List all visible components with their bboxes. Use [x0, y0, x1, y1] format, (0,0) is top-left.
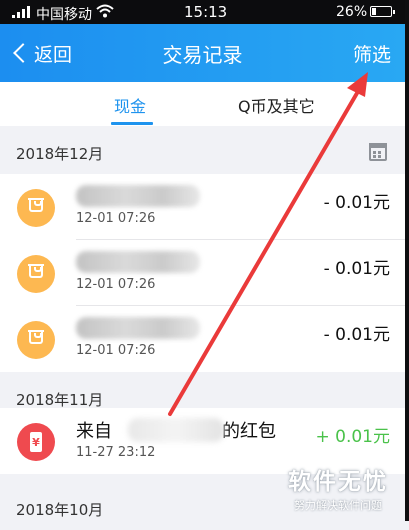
- watermark-title: 软件无忧: [288, 469, 388, 495]
- battery-icon: [370, 6, 395, 17]
- nav-header: 返回 交易记录 筛选: [0, 24, 405, 82]
- name-suffix: 的红包: [222, 421, 276, 442]
- shopping-bag-icon: [17, 189, 55, 227]
- transaction-amount: - 0.01元: [323, 325, 390, 345]
- transaction-time: 12-01 07:26: [76, 211, 156, 226]
- transaction-amount: - 0.01元: [323, 259, 390, 279]
- transaction-row[interactable]: 12-01 07:26 - 0.01元: [0, 240, 405, 306]
- transaction-row[interactable]: 12-01 07:26 - 0.01元: [0, 174, 405, 240]
- section-title: 2018年12月: [16, 145, 104, 163]
- tab-cash[interactable]: 现金: [114, 93, 146, 117]
- signal-icon: [12, 6, 30, 18]
- transaction-time: 12-01 07:26: [76, 277, 156, 292]
- section-title: 2018年10月: [16, 501, 104, 519]
- tab-qcoin-and-others[interactable]: Q币及其它: [238, 93, 315, 117]
- redacted-name-blur: [76, 317, 200, 339]
- calendar-icon[interactable]: [369, 143, 387, 161]
- red-packet-icon: ¥: [17, 423, 55, 461]
- shopping-bag-icon: [17, 321, 55, 359]
- shopping-bag-icon: [17, 255, 55, 293]
- redacted-name-blur: [76, 251, 200, 273]
- battery-percent: 26%: [336, 4, 368, 20]
- redacted-name-blur: [128, 418, 224, 442]
- watermark-subtitle: 努力解决软件问题: [294, 499, 382, 512]
- transaction-row[interactable]: 12-01 07:26 - 0.01元: [0, 306, 405, 372]
- section-header-december: 2018年12月: [0, 130, 405, 174]
- status-bar: 中国移动 15:13 26%: [0, 0, 405, 24]
- transaction-time: 11-27 23:12: [76, 445, 156, 460]
- transaction-amount: - 0.01元: [323, 193, 390, 213]
- transaction-amount: + 0.01元: [315, 427, 391, 447]
- clock: 15:13: [184, 3, 228, 21]
- page-title: 交易记录: [162, 43, 243, 67]
- active-tab-indicator: [111, 122, 153, 125]
- redacted-name-blur: [76, 185, 200, 207]
- transaction-time: 12-01 07:26: [76, 343, 156, 358]
- wifi-icon: [96, 4, 114, 22]
- watermark: 软件无忧 努力解决软件问题: [284, 462, 392, 513]
- frame-edge: [405, 0, 409, 521]
- filter-button[interactable]: 筛选: [353, 40, 391, 67]
- tab-bar: 现金 Q币及其它: [0, 82, 405, 126]
- section-title: 2018年11月: [16, 391, 104, 409]
- name-prefix: 来自: [76, 421, 112, 442]
- carrier-label: 中国移动: [36, 7, 92, 23]
